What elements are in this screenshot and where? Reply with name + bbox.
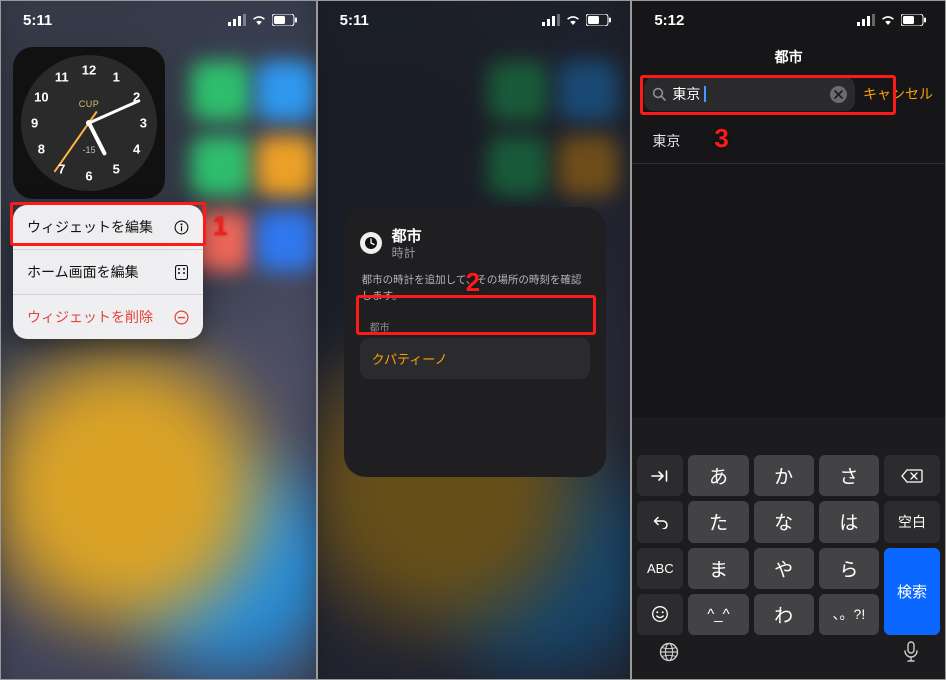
status-bar: 5:11: [318, 1, 631, 35]
sheet-subtitle: 時計: [392, 244, 422, 261]
smiley-icon: [651, 605, 669, 623]
arrow-right-bar-icon: [650, 469, 670, 483]
key-ya[interactable]: や: [754, 548, 814, 589]
key-ra[interactable]: ら: [819, 548, 879, 589]
clear-button[interactable]: [830, 86, 847, 103]
key-na[interactable]: な: [754, 501, 814, 542]
annotation-number-1: 1: [213, 211, 227, 242]
minus-circle-icon: [173, 310, 189, 325]
wifi-icon: [251, 14, 267, 26]
clock-icon: [360, 232, 382, 254]
signal-icon: [857, 14, 875, 26]
key-cursor-right[interactable]: [637, 455, 683, 496]
annotation-number-2: 2: [466, 267, 480, 298]
menu-edit-widget[interactable]: ウィジェットを編集: [13, 205, 203, 249]
key-search[interactable]: 検索: [884, 548, 940, 636]
menu-label: ホーム画面を編集: [27, 262, 139, 282]
screen-1: 5:11 CUP -15 12 1 2 3 4 5 6: [1, 1, 316, 679]
widget-edit-sheet: 都市 時計 都市の時計を追加して、その場所の時刻を確認します。 都市 クパティー…: [344, 207, 606, 477]
key-ta[interactable]: た: [688, 501, 748, 542]
mic-icon: [903, 641, 919, 663]
key-ha[interactable]: は: [819, 501, 879, 542]
battery-icon: [901, 14, 927, 26]
globe-icon: [658, 641, 680, 663]
clock-face: CUP -15 12 1 2 3 4 5 6 7 8 9 10 11: [21, 55, 157, 191]
search-icon: [652, 87, 666, 101]
info-icon: [173, 220, 189, 235]
wifi-icon: [880, 14, 896, 26]
backspace-icon: [901, 469, 923, 483]
key-ma[interactable]: ま: [688, 548, 748, 589]
globe-button[interactable]: [658, 641, 680, 668]
japanese-keyboard: あ か さ た な は 空白 ABC ま や ら 検索: [632, 417, 945, 679]
search-result-tokyo[interactable]: 東京: [632, 119, 945, 164]
key-backspace[interactable]: [884, 455, 940, 496]
undo-icon: [651, 515, 669, 529]
menu-remove-widget[interactable]: ウィジェットを削除: [13, 294, 203, 339]
screen-2: 5:11 都市 時計 都市の時計を追加して、その場所の時刻を確認します。 都市: [316, 1, 631, 679]
key-wa[interactable]: わ: [754, 594, 814, 635]
key-abc[interactable]: ABC: [637, 548, 683, 589]
clock-widget[interactable]: CUP -15 12 1 2 3 4 5 6 7 8 9 10 11: [13, 47, 165, 199]
menu-edit-home[interactable]: ホーム画面を編集: [13, 249, 203, 294]
key-sa[interactable]: さ: [819, 455, 879, 496]
search-screen-title: 都市: [632, 47, 945, 67]
clock-temp: -15: [82, 145, 95, 155]
status-bar: 5:12: [632, 1, 945, 35]
status-time: 5:11: [340, 12, 369, 29]
signal-icon: [542, 14, 560, 26]
search-input-value: 東京: [672, 84, 700, 104]
cancel-button[interactable]: キャンセル: [863, 84, 933, 104]
widget-context-menu: ウィジェットを編集 ホーム画面を編集 ウィジェットを削除: [13, 205, 203, 339]
key-kaomoji[interactable]: ^_^: [688, 594, 748, 635]
mic-button[interactable]: [903, 641, 919, 668]
screen-3: 5:12 都市 東京 キャンセル 東: [630, 1, 945, 679]
candidate-bar[interactable]: [632, 417, 945, 455]
annotation-number-3: 3: [714, 123, 728, 154]
key-undo[interactable]: [637, 501, 683, 542]
status-time: 5:11: [23, 12, 52, 29]
signal-icon: [228, 14, 246, 26]
battery-icon: [586, 14, 612, 26]
menu-label: ウィジェットを削除: [27, 307, 153, 327]
field-label: 都市: [370, 319, 590, 334]
apps-icon: [173, 265, 189, 280]
menu-label: ウィジェットを編集: [27, 217, 153, 237]
key-space[interactable]: 空白: [884, 501, 940, 542]
wifi-icon: [565, 14, 581, 26]
key-emoji[interactable]: [637, 594, 683, 635]
status-bar: 5:11: [1, 1, 316, 35]
text-caret: [704, 86, 706, 102]
status-time: 5:12: [654, 12, 684, 29]
battery-icon: [272, 14, 298, 26]
sheet-title: 都市: [392, 225, 422, 246]
city-field-value: クパティーノ: [372, 352, 448, 367]
x-icon: [834, 90, 843, 99]
search-box[interactable]: 東京: [644, 77, 855, 111]
key-punct[interactable]: 、。?!: [819, 594, 879, 635]
city-field[interactable]: クパティーノ: [360, 338, 590, 379]
key-a[interactable]: あ: [688, 455, 748, 496]
key-ka[interactable]: か: [754, 455, 814, 496]
clock-city: CUP: [79, 99, 100, 109]
